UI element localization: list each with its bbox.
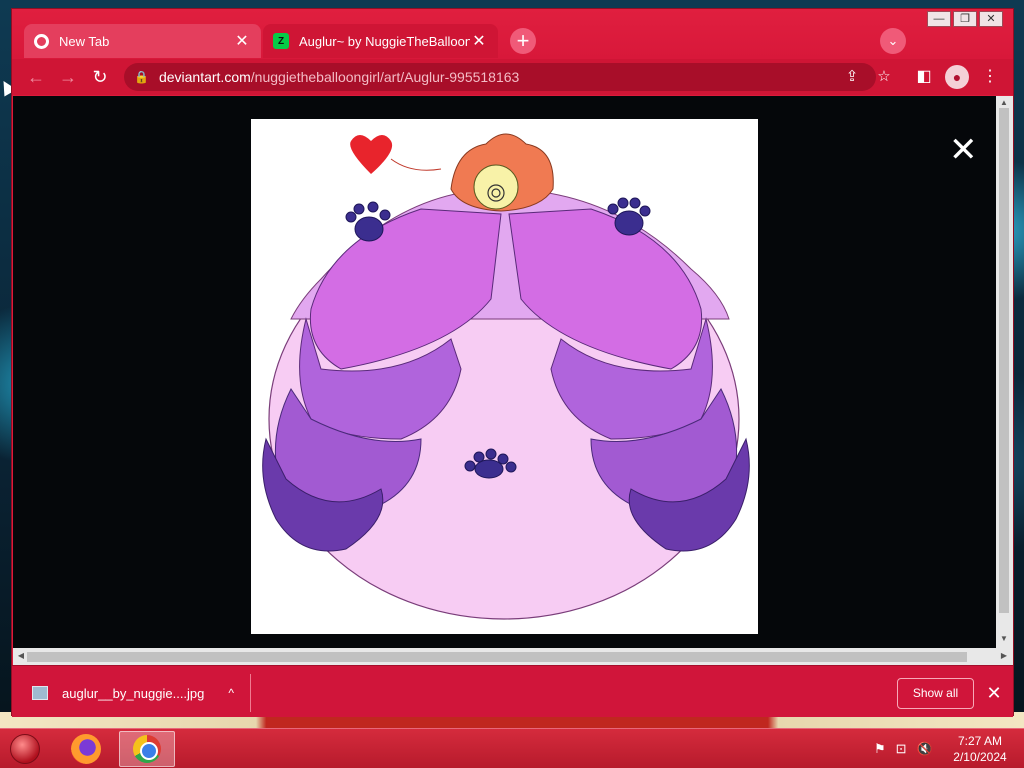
system-tray: ⚑ ⊡ 🔇 <box>874 741 933 757</box>
tab-auglur[interactable]: Z Auglur~ by NuggieTheBalloonGi ✕ <box>263 24 498 58</box>
tab-strip: New Tab ✕ Z Auglur~ by NuggieTheBalloonG… <box>12 9 1013 59</box>
image-file-icon <box>32 686 48 700</box>
maximize-button[interactable]: ❐ <box>953 11 977 27</box>
start-button[interactable] <box>10 734 40 764</box>
tab-close-icon[interactable]: ✕ <box>470 31 488 51</box>
download-shelf: auglur__by_nuggie....jpg ^ Show all ✕ <box>12 665 1013 717</box>
clock-time: 7:27 AM <box>957 734 1003 748</box>
volume-muted-icon[interactable]: 🔇 <box>917 741 933 757</box>
download-filename: auglur__by_nuggie....jpg <box>62 685 205 701</box>
new-tab-button[interactable]: + <box>510 28 536 54</box>
taskbar-clock[interactable]: 7:27 AM 2/10/2024 <box>944 733 1016 765</box>
share-icon[interactable]: ⇪ <box>842 67 862 87</box>
tab-title: Auglur~ by NuggieTheBalloonGi <box>299 33 470 49</box>
chevron-up-icon[interactable]: ^ <box>228 686 234 700</box>
network-icon[interactable]: ⊡ <box>896 741 907 757</box>
deviantart-favicon-icon: Z <box>273 33 289 49</box>
horizontal-scrollbar[interactable]: ◀ ▶ <box>13 648 1013 665</box>
tab-close-icon[interactable]: ✕ <box>233 31 251 51</box>
side-panel-icon[interactable]: ◧ <box>912 65 936 89</box>
chrome-favicon-icon <box>34 33 49 49</box>
artwork-image[interactable] <box>251 119 758 634</box>
close-shelf-icon[interactable]: ✕ <box>984 680 1004 706</box>
auglur-illustration <box>262 133 750 620</box>
bookmark-star-icon[interactable]: ☆ <box>874 67 894 87</box>
scroll-down-arrow-icon[interactable]: ▼ <box>999 634 1009 643</box>
close-viewer-icon[interactable]: ✕ <box>949 133 978 167</box>
taskbar-firefox[interactable] <box>58 731 114 767</box>
show-all-button[interactable]: Show all <box>897 678 974 709</box>
taskbar-chrome[interactable] <box>119 731 175 767</box>
tab-new-tab[interactable]: New Tab ✕ <box>24 24 261 58</box>
url-host: deviantart.com <box>158 69 251 85</box>
page-content: ✕ <box>13 96 996 648</box>
window-controls: — ❐ ✕ <box>927 11 1003 27</box>
scroll-up-arrow-icon[interactable]: ▲ <box>999 98 1009 107</box>
profile-avatar-icon[interactable]: ● <box>945 65 969 89</box>
shelf-divider <box>250 674 251 712</box>
scroll-left-arrow-icon[interactable]: ◀ <box>16 651 26 660</box>
vertical-scrollbar[interactable]: ▲ ▼ <box>996 96 1013 648</box>
menu-kebab-icon[interactable]: ⋮ <box>978 65 1002 89</box>
lock-icon[interactable]: 🔒 <box>134 70 149 84</box>
horizontal-scroll-thumb[interactable] <box>27 652 967 662</box>
scroll-right-arrow-icon[interactable]: ▶ <box>999 651 1009 660</box>
back-button[interactable]: ← <box>24 65 48 89</box>
url-path: /nuggietheballoongirl/art/Auglur-9955181… <box>250 69 520 85</box>
close-window-button[interactable]: ✕ <box>979 11 1003 27</box>
tab-search-button[interactable]: ⌄ <box>880 28 906 54</box>
browser-window: New Tab ✕ Z Auglur~ by NuggieTheBalloonG… <box>11 8 1014 717</box>
taskbar: ⚑ ⊡ 🔇 7:27 AM 2/10/2024 <box>0 728 1024 768</box>
vertical-scroll-thumb[interactable] <box>999 108 1009 613</box>
firefox-icon <box>71 734 101 764</box>
chrome-icon <box>133 735 161 763</box>
address-bar[interactable]: 🔒 deviantart.com /nuggietheballoongirl/a… <box>124 63 891 91</box>
flag-icon[interactable]: ⚑ <box>874 741 886 757</box>
clock-date: 2/10/2024 <box>953 750 1007 764</box>
reload-button[interactable]: ↻ <box>88 65 112 89</box>
minimize-button[interactable]: — <box>927 11 951 27</box>
tab-title: New Tab <box>59 33 110 49</box>
download-item[interactable]: auglur__by_nuggie....jpg ^ <box>32 680 234 706</box>
browser-toolbar: ← → ↻ 🔒 deviantart.com /nuggietheballoon… <box>12 59 1013 95</box>
forward-button[interactable]: → <box>56 65 80 89</box>
